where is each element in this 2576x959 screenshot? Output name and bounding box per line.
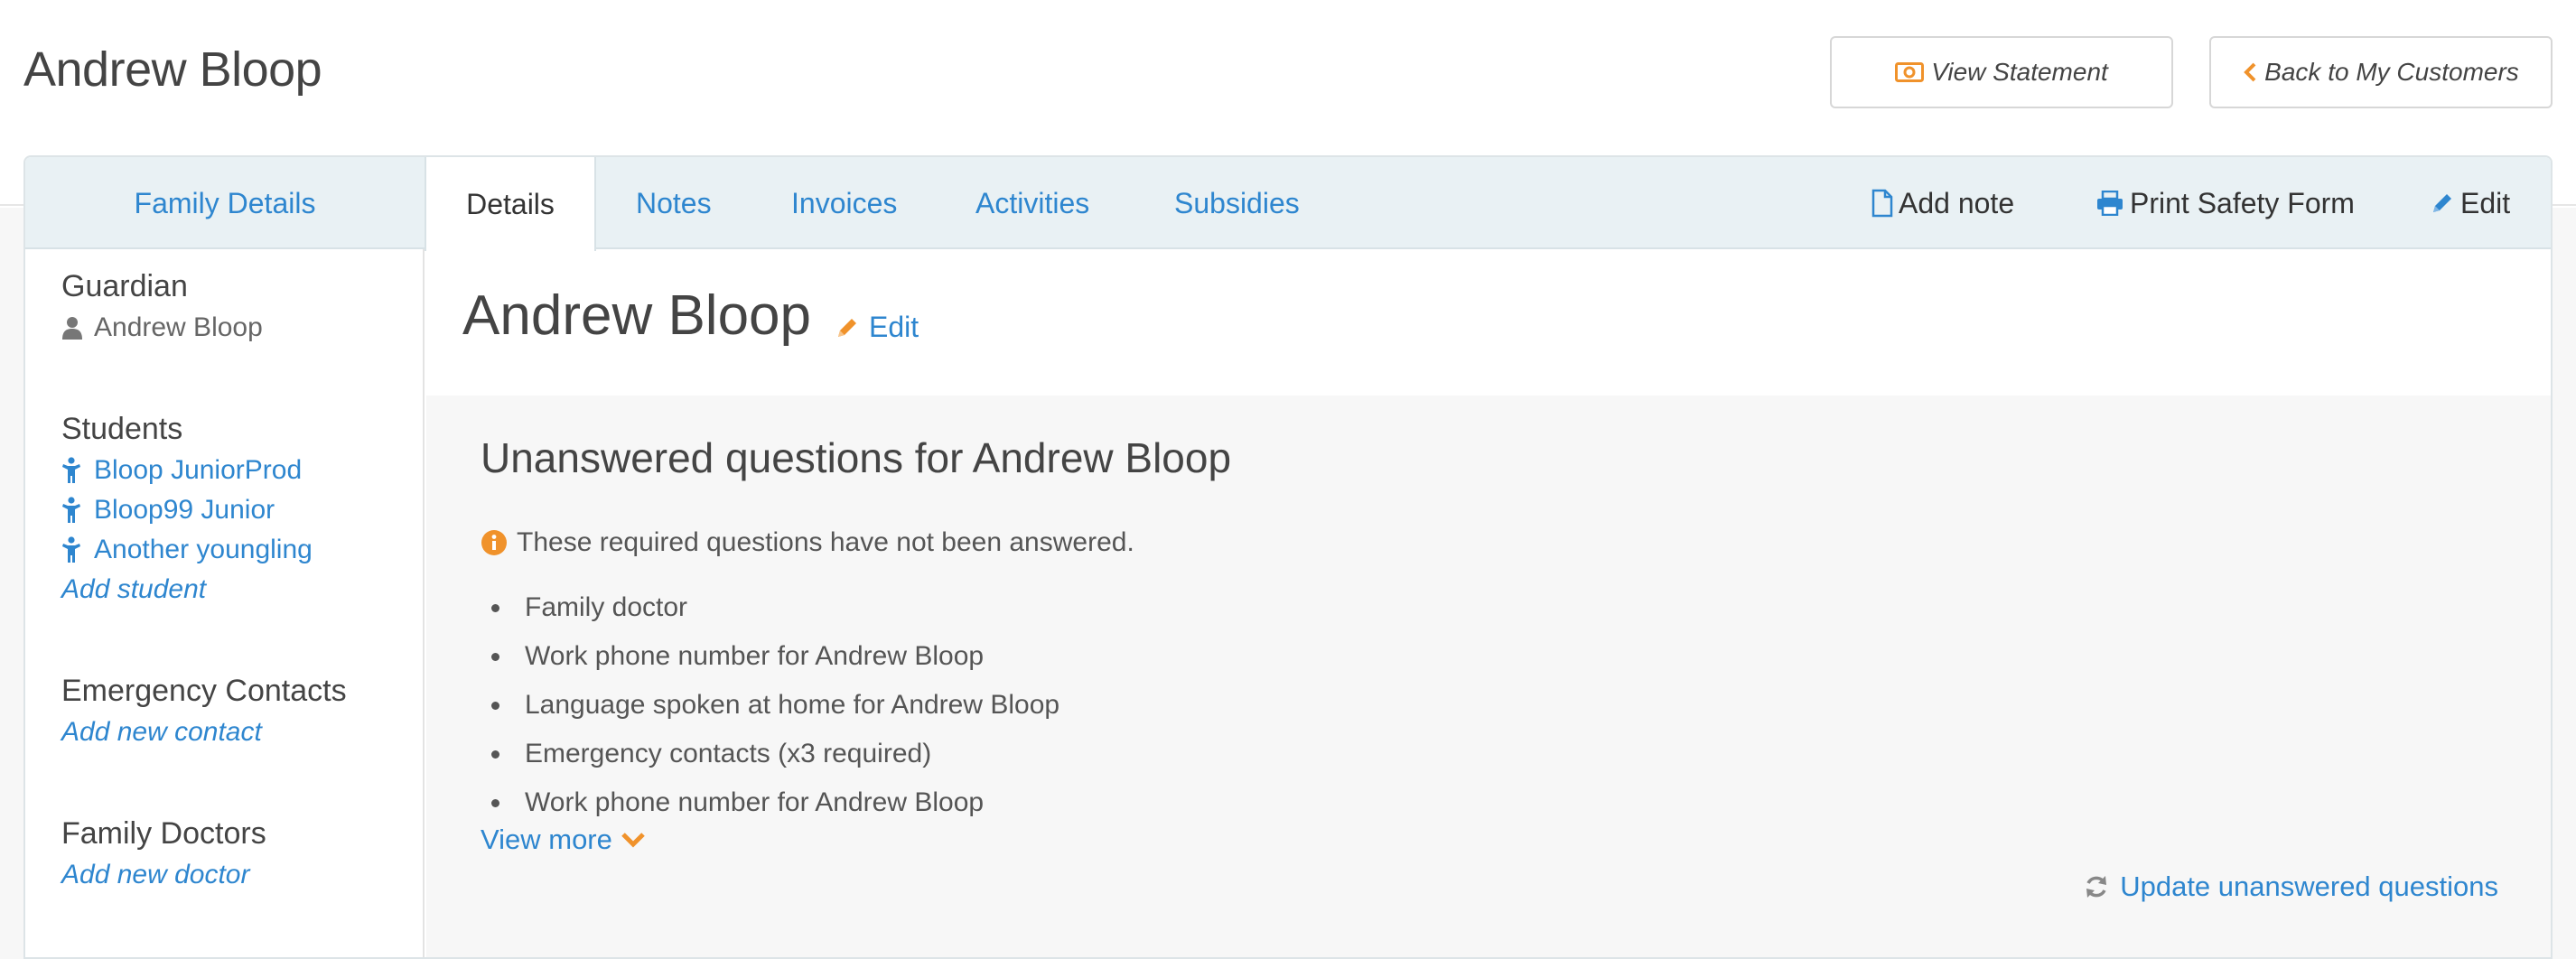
- student-link[interactable]: Another youngling: [61, 535, 313, 565]
- tab-subsidies[interactable]: Subsidies: [1174, 157, 1300, 249]
- edit-name-label: Edit: [869, 311, 919, 343]
- child-icon: [61, 536, 94, 563]
- student-name: Bloop99 Junior: [94, 495, 275, 525]
- chevron-left-icon: [2243, 61, 2257, 83]
- pencil-icon: [2430, 191, 2455, 216]
- tab-family-details[interactable]: Family Details: [25, 157, 425, 249]
- view-more-label: View more: [481, 824, 612, 855]
- list-item: Emergency contacts (x3 required): [481, 730, 1059, 778]
- tab-bar: Family Details Details Notes Invoices Ac…: [25, 157, 2551, 251]
- guardian-heading: Guardian: [61, 269, 188, 303]
- unanswered-questions-title: Unanswered questions for Andrew Bloop: [481, 434, 1232, 481]
- view-more-link[interactable]: View more: [481, 824, 647, 856]
- refresh-icon: [2084, 874, 2109, 899]
- tab-invoices[interactable]: Invoices: [791, 157, 897, 249]
- student-link[interactable]: Bloop JuniorProd: [61, 455, 302, 486]
- pencil-icon: [835, 315, 860, 340]
- user-icon: [61, 315, 94, 340]
- list-item: Family doctor: [481, 583, 1059, 632]
- add-note-label: Add note: [1899, 186, 2015, 219]
- student-link[interactable]: Bloop99 Junior: [61, 495, 275, 526]
- add-note-button[interactable]: Add note: [1871, 157, 2014, 249]
- child-icon: [61, 497, 94, 524]
- emergency-contacts-heading: Emergency Contacts: [61, 674, 347, 708]
- question-list: Family doctor Work phone number for Andr…: [481, 583, 1059, 827]
- list-item: Work phone number for Andrew Bloop: [481, 778, 1059, 827]
- page-title: Andrew Bloop: [23, 42, 322, 97]
- update-label: Update unanswered questions: [2120, 871, 2498, 902]
- info-icon: [481, 529, 508, 556]
- print-icon: [2095, 191, 2124, 216]
- details-header: Andrew Bloop Edit: [426, 251, 2551, 396]
- back-label: Back to My Customers: [2264, 58, 2519, 86]
- unanswered-notice-text: These required questions have not been a…: [517, 527, 1134, 557]
- back-to-customers-button[interactable]: Back to My Customers: [2209, 36, 2553, 108]
- add-doctor-link[interactable]: Add new doctor: [61, 860, 249, 890]
- students-heading: Students: [61, 412, 183, 446]
- guardian-name: Andrew Bloop: [94, 312, 263, 342]
- edit-name-link[interactable]: Edit: [835, 311, 919, 344]
- family-sidebar: Guardian Andrew Bloop Students Bloop Jun…: [25, 249, 425, 957]
- child-icon: [61, 457, 94, 484]
- chevron-down-icon: [620, 830, 647, 850]
- student-name: Bloop JuniorProd: [94, 455, 303, 485]
- add-contact-link[interactable]: Add new contact: [61, 717, 262, 748]
- tab-notes[interactable]: Notes: [636, 157, 712, 249]
- edit-family-button[interactable]: Edit: [2430, 157, 2510, 249]
- tab-activities[interactable]: Activities: [975, 157, 1089, 249]
- print-safety-form-label: Print Safety Form: [2130, 186, 2355, 219]
- family-card: Family Details Details Notes Invoices Ac…: [23, 155, 2553, 959]
- list-item: Work phone number for Andrew Bloop: [481, 632, 1059, 681]
- tab-details[interactable]: Details: [425, 157, 596, 251]
- money-icon: [1895, 62, 1925, 82]
- edit-label: Edit: [2460, 186, 2511, 219]
- family-doctors-heading: Family Doctors: [61, 816, 266, 851]
- add-student-link[interactable]: Add student: [61, 574, 206, 605]
- unanswered-questions-panel: Unanswered questions for Andrew Bloop Th…: [426, 396, 2551, 957]
- view-statement-label: View Statement: [1931, 58, 2108, 86]
- guardian-item: Andrew Bloop: [61, 312, 263, 343]
- view-statement-button[interactable]: View Statement: [1830, 36, 2173, 108]
- file-icon: [1871, 189, 1893, 218]
- print-safety-form-button[interactable]: Print Safety Form: [2095, 157, 2355, 249]
- update-unanswered-button[interactable]: Update unanswered questions: [2084, 871, 2498, 903]
- student-name: Another youngling: [94, 535, 313, 564]
- customer-name: Andrew Bloop: [462, 284, 812, 347]
- unanswered-notice: These required questions have not been a…: [481, 527, 1134, 558]
- list-item: Language spoken at home for Andrew Bloop: [481, 681, 1059, 730]
